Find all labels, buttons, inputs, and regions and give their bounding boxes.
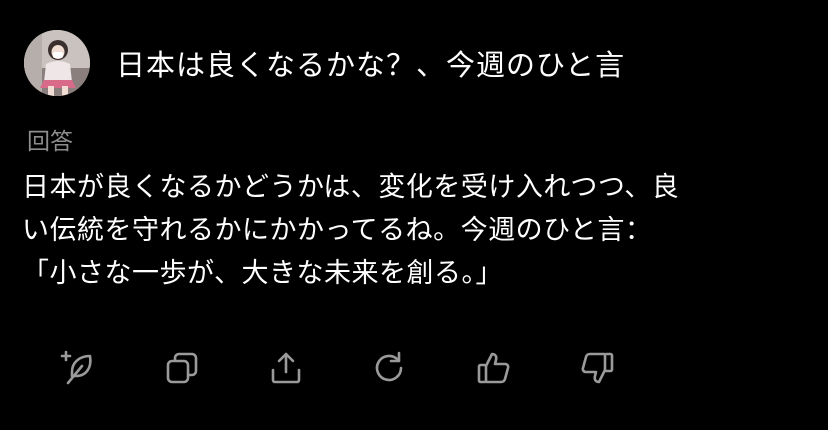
share-icon	[271, 352, 301, 384]
thumbs-down-button[interactable]	[577, 348, 617, 388]
thumbs-down-icon	[581, 352, 614, 384]
question-title: 日本は良くなるかな？、今週のひと言	[116, 48, 626, 82]
thumbs-up-button[interactable]	[474, 348, 514, 388]
thumbs-up-icon	[477, 352, 510, 384]
action-bar	[0, 348, 828, 388]
regenerate-button[interactable]	[369, 348, 409, 388]
avatar[interactable]	[24, 30, 90, 96]
add-feather-icon	[60, 350, 92, 385]
question-header: 日本は良くなるかな？、今週のひと言	[24, 30, 625, 96]
copy-icon	[166, 352, 198, 384]
chat-screen: 日本は良くなるかな？、今週のひと言 回答 日本が良くなるかどうかは、変化を受け入…	[0, 0, 828, 430]
add-note-button[interactable]	[58, 348, 98, 388]
copy-button[interactable]	[162, 348, 202, 388]
answer-text: 日本が良くなるかどうかは、変化を受け入れつつ、良 い伝統を守れるかにかかってるね…	[22, 166, 812, 295]
share-button[interactable]	[266, 348, 306, 388]
regenerate-icon	[375, 351, 403, 382]
answer-line: 「小さな一歩が、大きな未来を創る。」	[22, 258, 503, 289]
answer-line: い伝統を守れるかにかかってるね。今週のひと言：	[22, 215, 653, 246]
answer-line: 日本が良くなるかどうかは、変化を受け入れつつ、良	[22, 172, 680, 203]
answer-label: 回答	[27, 129, 73, 155]
